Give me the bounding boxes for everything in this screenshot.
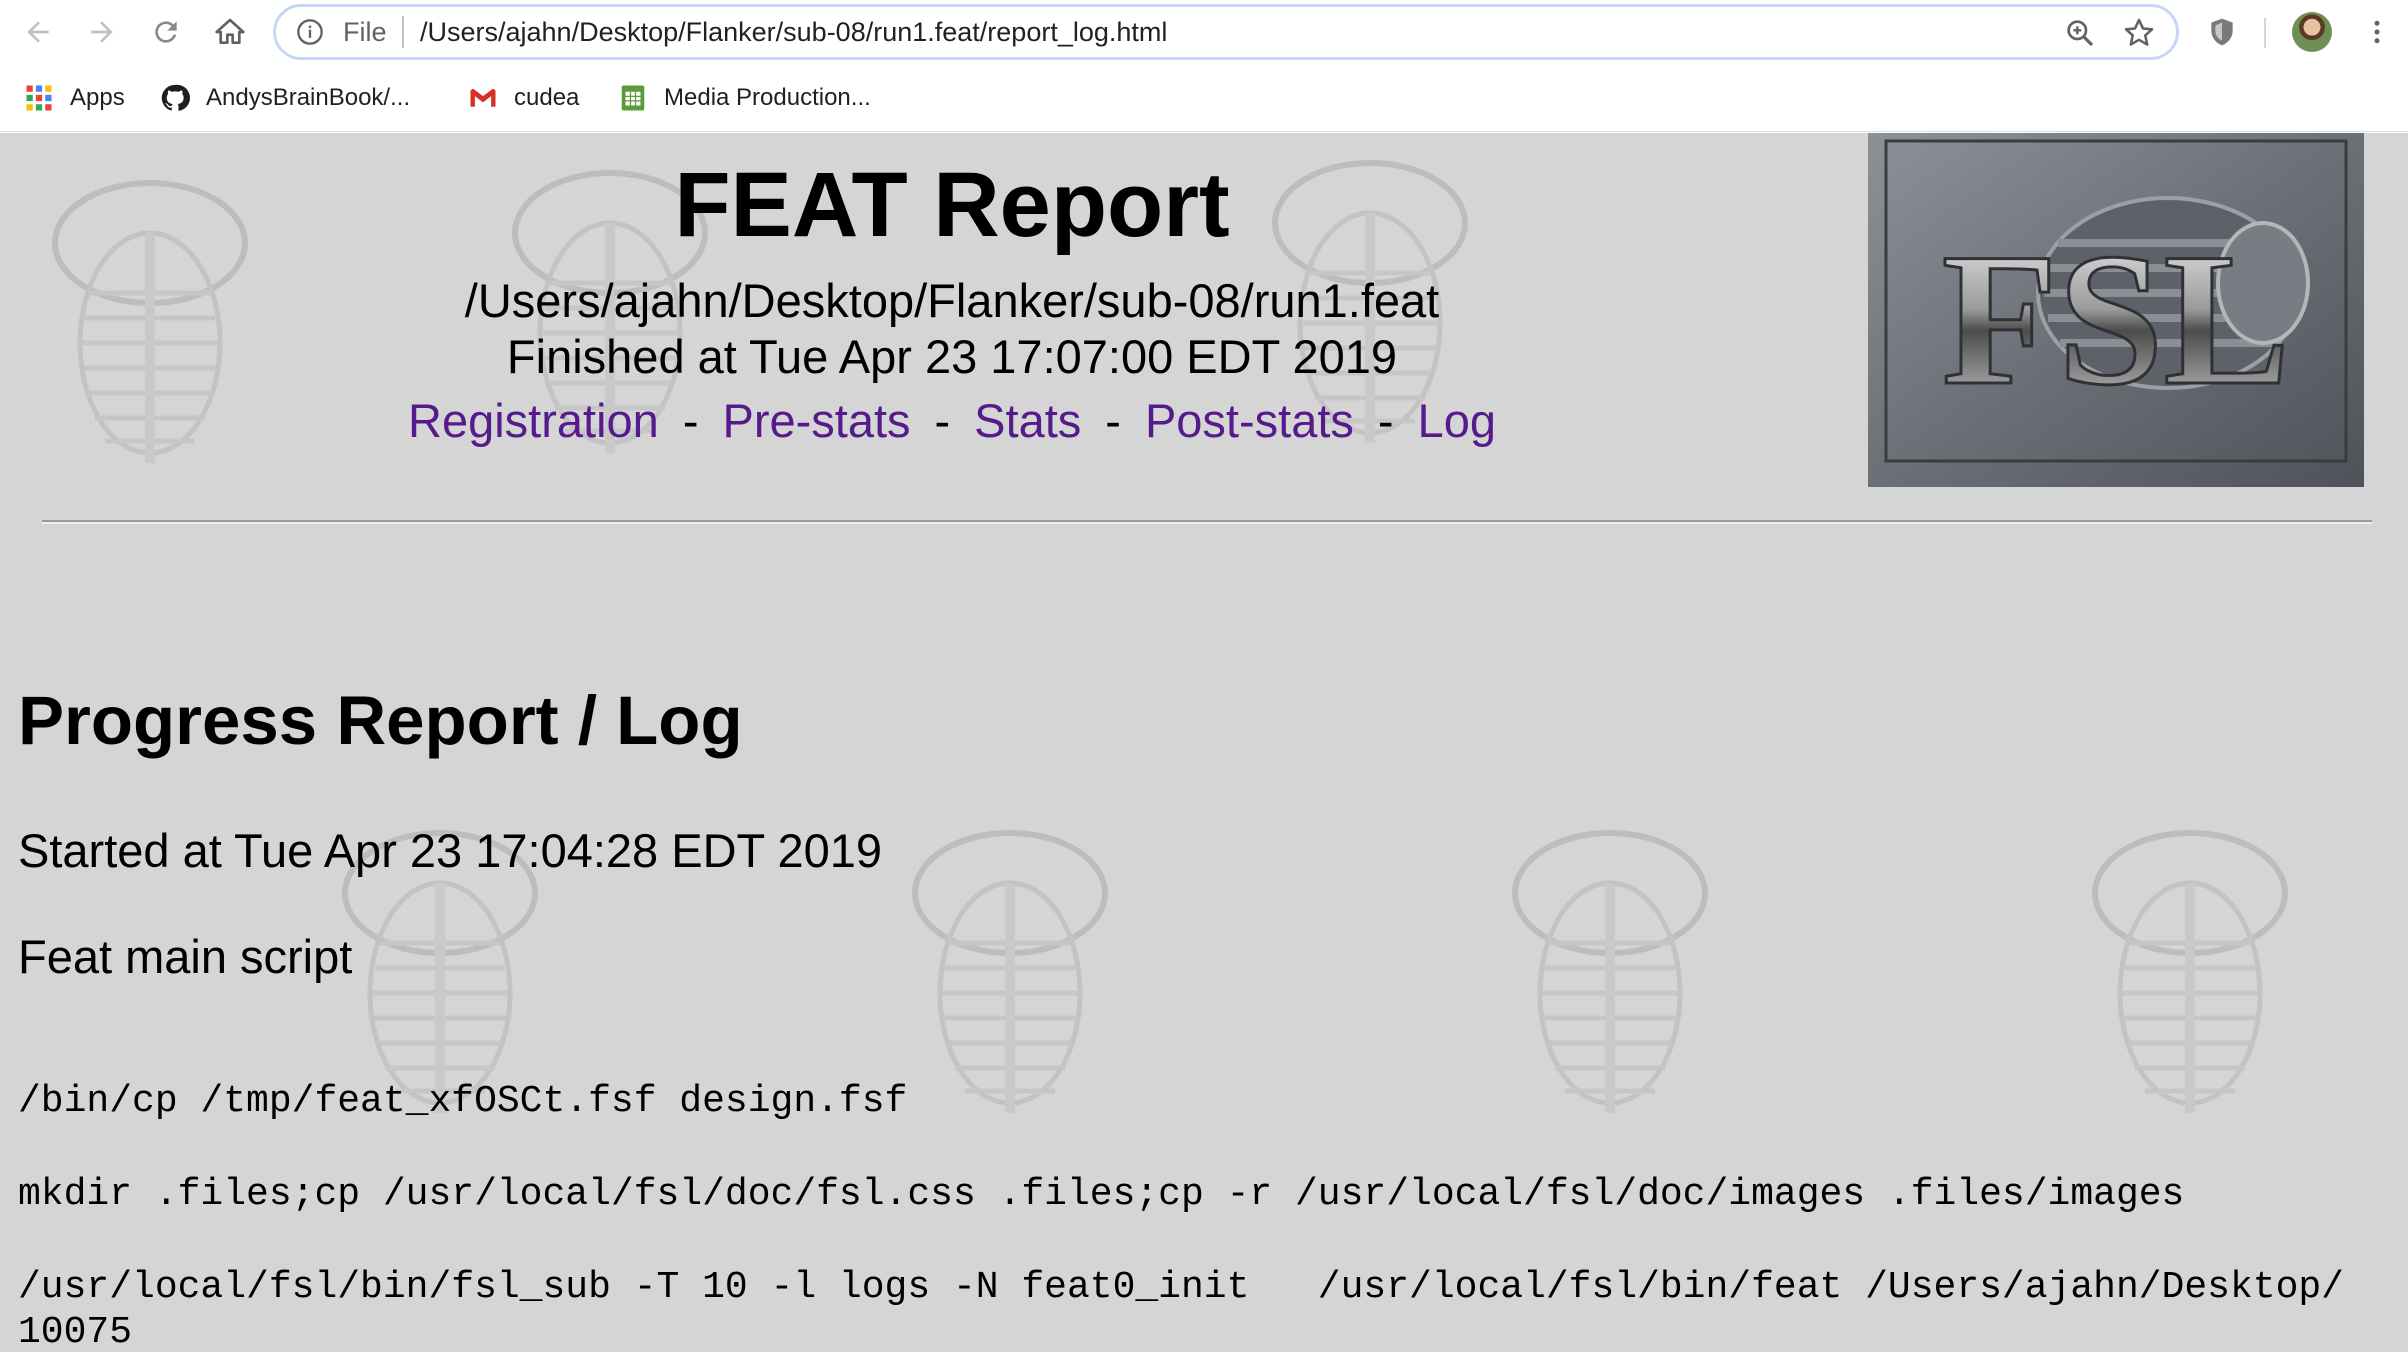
report-page: FEAT Report /Users/ajahn/Desktop/Flanker… [0,133,2408,1352]
apps-grid-icon [26,85,52,111]
info-icon[interactable] [296,18,324,46]
home-icon [215,18,245,44]
bookmark-cudea[interactable]: cudea [468,80,579,116]
bookmark-label: Media Production... [664,84,871,111]
nav-separator: - [1105,394,1121,447]
bookmark-label: cudea [514,84,580,111]
nav-separator: - [934,394,951,447]
browser-toolbar: File /Users/ajahn/Desktop/Flanker/sub-08… [0,0,2408,64]
report-path: /Users/ajahn/Desktop/Flanker/sub-08/run1… [464,274,1440,327]
sheets-icon [621,85,645,111]
log-command-line: /bin/cp /tmp/feat_xfOSCt.fsf design.fsf [18,1080,908,1123]
nav-separator: - [682,394,699,447]
address-url[interactable]: /Users/ajahn/Desktop/Flanker/sub-08/run1… [420,17,1167,48]
reload-icon [155,21,177,43]
back-button[interactable] [18,12,58,52]
zoom-icon[interactable] [2064,17,2096,49]
bookmark-media-production[interactable]: Media Production... [618,80,871,116]
bookmark-andysbrainbook[interactable]: AndysBrainBook/... [160,80,410,116]
report-title: FEAT Report [674,154,1230,256]
address-scheme-label: File [343,17,387,47]
fsl-logo-text: FSL [1942,215,2290,425]
log-heading: Progress Report / Log [18,682,743,759]
log-command-line: 10075 [18,1311,133,1352]
profile-avatar[interactable] [2292,12,2332,52]
log-command-line: mkdir .files;cp /usr/local/fsl/doc/fsl.c… [18,1173,2185,1216]
menu-kebab-icon[interactable] [2362,14,2392,50]
toolbar-divider [2264,18,2266,48]
bookmark-label: AndysBrainBook/... [206,84,411,111]
forward-button[interactable] [82,12,122,52]
nav-link-log[interactable]: Log [1418,394,1496,447]
nav-link-pre-stats[interactable]: Pre-stats [722,394,910,447]
bookmark-label: Apps [70,84,125,111]
github-icon [161,84,190,111]
log-section-title: Feat main script [18,930,353,983]
report-nav: Registration - Pre-stats - Stats - Post-stats -… [408,393,1496,448]
back-icon [27,21,49,43]
nav-link-registration[interactable]: Registration [408,394,659,447]
fsl-logo[interactable]: FSL [1868,133,2364,487]
address-bar[interactable]: File /Users/ajahn/Desktop/Flanker/sub-08… [273,4,2179,60]
nav-separator: - [1377,394,1394,447]
gmail-icon [470,88,496,107]
bookmark-star-icon[interactable] [2122,16,2156,50]
log-command-line: /usr/local/fsl/bin/fsl_sub -T 10 -l logs… [18,1266,2344,1309]
report-finished-time: Finished at Tue Apr 23 17:07:00 EDT 2019 [506,330,1398,383]
bookmarks-bar: Apps AndysBrainBook/... cudea Media Prod… [0,64,2408,132]
home-button[interactable] [210,12,250,52]
horizontal-rule [42,520,2372,524]
log-started-time: Started at Tue Apr 23 17:04:28 EDT 2019 [18,824,883,877]
forward-icon [91,21,113,43]
nav-link-post-stats[interactable]: Post-stats [1145,394,1354,447]
nav-link-stats[interactable]: Stats [974,394,1081,447]
shield-extension-icon[interactable] [2206,15,2238,49]
reload-button[interactable] [146,12,186,52]
address-divider [402,16,404,48]
bookmark-apps[interactable]: Apps [24,80,125,116]
